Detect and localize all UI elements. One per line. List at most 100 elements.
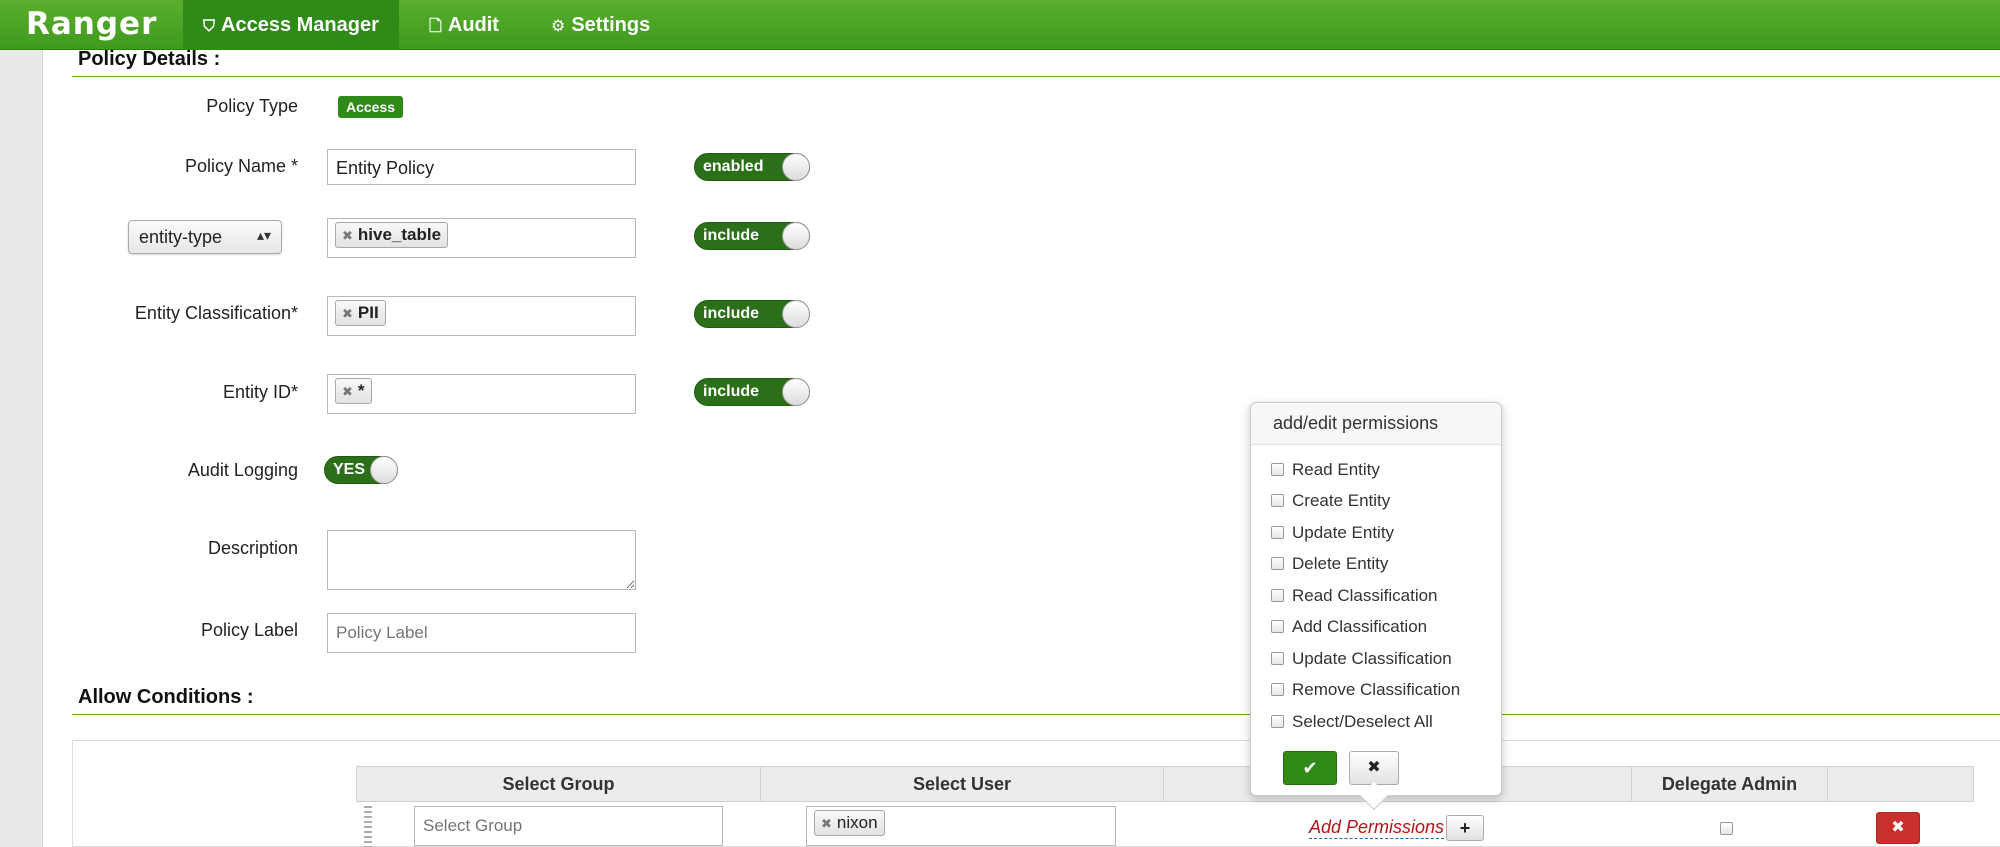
policy-details-title: Policy Details : (78, 48, 221, 70)
remove-tag-icon[interactable]: ✖ (821, 816, 832, 831)
section-divider (72, 714, 2000, 715)
nav-settings[interactable]: ⚙ Settings (531, 0, 670, 50)
entity-type-include-toggle[interactable]: include (694, 222, 810, 250)
perm-option-remove-classification[interactable]: Remove Classification (1271, 680, 1460, 702)
popover-title: add/edit permissions (1251, 403, 1501, 445)
perm-checkbox[interactable] (1271, 526, 1284, 539)
classification-label: Entity Classification* (134, 303, 298, 323)
entity-id-label: Entity ID* (222, 382, 298, 402)
entity-id-tag-label: * (357, 381, 365, 400)
entity-type-input[interactable]: ✖ hive_table (327, 218, 636, 258)
nav-access-manager-label: Access Manager (221, 14, 379, 36)
perm-option-read-classification[interactable]: Read Classification (1271, 586, 1438, 608)
toggle-knob (370, 456, 398, 484)
policy-enabled-toggle[interactable]: enabled (694, 153, 810, 181)
row-drag-handle[interactable] (364, 806, 372, 847)
remove-tag-icon[interactable]: ✖ (342, 306, 353, 321)
entity-id-include-toggle[interactable]: include (694, 378, 810, 406)
policy-enabled-text: enabled (703, 158, 764, 175)
perm-option-update-entity[interactable]: Update Entity (1271, 523, 1394, 545)
perm-option-add-classification[interactable]: Add Classification (1271, 617, 1427, 639)
resource-type-select[interactable]: entity-type ▴▾ (128, 220, 282, 254)
delete-row-button[interactable]: ✖ (1876, 812, 1920, 844)
perm-checkbox[interactable] (1271, 494, 1284, 507)
permissions-popover: add/edit permissions Read Entity Create … (1250, 402, 1502, 811)
col-select-user: Select User (761, 766, 1164, 802)
perm-label: Create Entity (1292, 491, 1391, 510)
toggle-knob (782, 300, 810, 328)
resource-type-value: entity-type (139, 227, 223, 247)
perm-label: Add Classification (1292, 617, 1428, 636)
perm-label: Update Entity (1292, 523, 1395, 542)
entity-type-tag-label: hive_table (357, 225, 442, 244)
user-tag-label: nixon (836, 813, 878, 832)
select-group-input[interactable] (414, 806, 723, 846)
audit-logging-label: Audit Logging (187, 460, 298, 480)
select-user-input[interactable]: ✖ nixon (806, 806, 1116, 846)
perm-label: Remove Classification (1292, 680, 1461, 699)
policy-label-input[interactable] (327, 613, 636, 653)
entity-type-tag[interactable]: ✖ hive_table (335, 222, 449, 248)
col-delegate-admin: Delegate Admin (1632, 766, 1828, 802)
nav-access-manager[interactable]: ⛉ Access Manager (183, 0, 399, 50)
classification-input[interactable]: ✖ PII (327, 296, 636, 336)
perm-label: Update Classification (1292, 649, 1452, 668)
shield-icon: ⛉ (203, 18, 216, 35)
perm-label: Select/Deselect All (1292, 712, 1433, 731)
perm-checkbox[interactable] (1271, 463, 1284, 476)
entity-id-tag[interactable]: ✖ * (335, 378, 372, 404)
toggle-knob (782, 153, 810, 181)
remove-tag-icon[interactable]: ✖ (342, 228, 353, 243)
entity-id-input[interactable]: ✖ * (327, 374, 636, 414)
check-icon: ✔ (1302, 758, 1318, 778)
nav-audit[interactable]: 🗋 Audit (409, 0, 519, 50)
policy-type-badge: Access (338, 96, 404, 118)
entity-id-include-text: include (703, 383, 760, 400)
perm-label: Read Classification (1292, 586, 1438, 605)
col-actions (1828, 766, 1974, 802)
perm-option-update-classification[interactable]: Update Classification (1271, 649, 1452, 671)
perm-checkbox[interactable] (1271, 557, 1284, 570)
audit-logging-toggle[interactable]: YES (324, 456, 398, 484)
remove-tag-icon[interactable]: ✖ (342, 384, 353, 399)
perm-checkbox[interactable] (1271, 652, 1284, 665)
perm-checkbox[interactable] (1271, 715, 1284, 728)
entity-type-include-text: include (703, 227, 760, 244)
perm-option-select-all[interactable]: Select/Deselect All (1271, 712, 1433, 734)
toggle-knob (782, 222, 810, 250)
perm-option-create-entity[interactable]: Create Entity (1271, 491, 1390, 513)
description-label: Description (207, 538, 298, 558)
delegate-admin-checkbox[interactable] (1720, 822, 1733, 835)
classification-tag[interactable]: ✖ PII (335, 300, 386, 326)
classification-tag-label: PII (357, 303, 379, 322)
add-permission-button[interactable]: + (1446, 815, 1484, 841)
popover-cancel-button[interactable]: ✖ (1349, 751, 1399, 785)
file-icon: 🗋 (429, 18, 442, 35)
popover-confirm-button[interactable]: ✔ (1283, 751, 1337, 785)
policy-type-label: Policy Type (206, 96, 298, 116)
user-tag[interactable]: ✖ nixon (814, 810, 885, 836)
description-textarea[interactable] (327, 530, 636, 590)
classification-include-text: include (703, 305, 760, 322)
close-icon: ✖ (1367, 759, 1381, 776)
add-permissions-link[interactable]: Add Permissions (1309, 817, 1445, 839)
classification-include-toggle[interactable]: include (694, 300, 810, 328)
col-select-group: Select Group (357, 766, 761, 802)
perm-option-read-entity[interactable]: Read Entity (1271, 460, 1380, 482)
perm-checkbox[interactable] (1271, 683, 1284, 696)
nav-settings-label: Settings (571, 14, 651, 36)
toggle-knob (782, 378, 810, 406)
top-navbar: Ranger ⛉ Access Manager 🗋 Audit ⚙ Settings (0, 0, 2000, 50)
perm-option-delete-entity[interactable]: Delete Entity (1271, 554, 1388, 576)
plus-icon: + (1459, 818, 1471, 838)
perm-checkbox[interactable] (1271, 589, 1284, 602)
policy-label-label: Policy Label (200, 620, 298, 640)
policy-name-label: Policy Name * (184, 156, 298, 176)
policy-name-input[interactable]: Entity Policy (327, 149, 636, 185)
close-icon: ✖ (1891, 819, 1905, 836)
perm-checkbox[interactable] (1271, 620, 1284, 633)
left-gutter (0, 50, 43, 847)
brand-logo[interactable]: Ranger (26, 6, 157, 42)
perm-label: Delete Entity (1292, 554, 1389, 573)
select-arrows-icon: ▴▾ (256, 227, 271, 243)
